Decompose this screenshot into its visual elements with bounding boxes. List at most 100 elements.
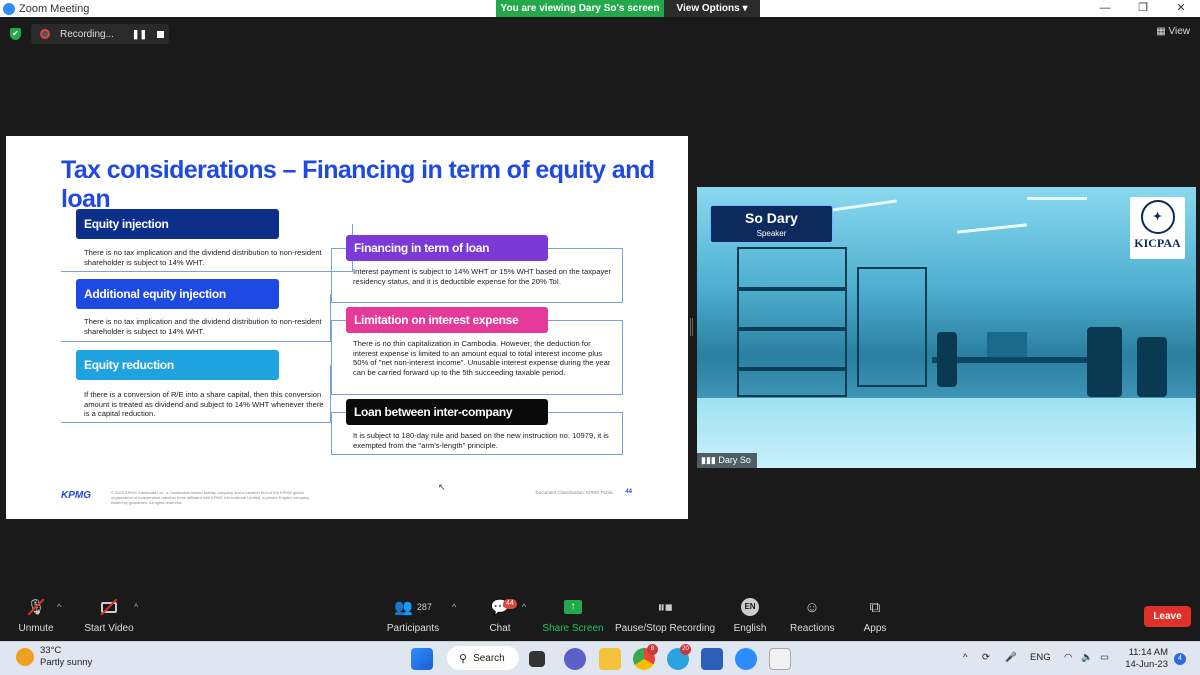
participants-label: Participants	[386, 623, 440, 634]
maximize-button[interactable]: ❐	[1124, 0, 1162, 17]
signal-bars-icon: ▮▮▮	[701, 455, 719, 465]
microphone-tray-icon[interactable]: 🎤	[1005, 652, 1017, 663]
unmute-button[interactable]: 🎙 Unmute	[14, 596, 58, 634]
participants-caret-icon[interactable]: ^	[452, 602, 456, 612]
bookshelf	[857, 267, 927, 387]
view-button[interactable]: ▦ View	[1156, 26, 1190, 37]
zoom-logo-icon	[3, 2, 15, 15]
chat-unread-badge: 44	[503, 599, 517, 609]
equity-reduction-text: If there is a conversion of R/E into a s…	[84, 390, 324, 419]
meeting-controls: 🎙 Unmute ^ Start Video ^ 👥 287 Participa…	[0, 596, 1200, 640]
pause-recording-icon[interactable]: ❚❚	[132, 29, 147, 40]
pause-stop-recording-button[interactable]: ⏸⏹ Pause/Stop Recording	[615, 596, 715, 635]
slide-legal-footer: © 2023 KPMG Cambodia Ltd., a Cambodian l…	[111, 490, 310, 505]
minimize-button[interactable]: —	[1086, 0, 1124, 17]
video-options-caret-icon[interactable]: ^	[134, 602, 138, 612]
interest-limitation-text: There is no thin capitalization in Cambo…	[353, 339, 611, 377]
start-video-label: Start Video	[84, 623, 134, 634]
file-explorer-icon[interactable]	[599, 648, 621, 670]
ceiling-light	[1027, 197, 1087, 200]
start-video-button[interactable]: Start Video	[82, 596, 136, 634]
stop-recording-icon[interactable]	[157, 30, 165, 38]
view-layout-icon: ▦	[1156, 26, 1166, 37]
additional-equity-text: There is no tax implication and the divi…	[84, 317, 322, 336]
clock-date: 14-Jun-23	[1125, 659, 1168, 670]
reactions-button[interactable]: ☺ Reactions	[790, 596, 834, 635]
loan-financing-heading: Financing in term of loan	[346, 235, 548, 261]
office-desk	[932, 357, 1102, 363]
snipping-tool-icon[interactable]	[769, 648, 791, 670]
speaker-name-tag: So Dary Speaker	[710, 205, 833, 243]
apps-label: Apps	[863, 623, 887, 634]
telegram-badge: 20	[680, 644, 691, 655]
shelf-line	[737, 327, 847, 331]
unmute-label: Unmute	[18, 623, 54, 634]
sync-icon[interactable]: ⟳	[982, 652, 990, 663]
equity-injection-text: There is no tax implication and the divi…	[84, 248, 322, 267]
clock-time: 11:14 AM	[1128, 647, 1168, 658]
split-handle[interactable]	[690, 318, 693, 336]
participant-name-label: ▮▮▮ Dary So	[697, 453, 757, 468]
office-chair	[1087, 327, 1122, 397]
leave-button[interactable]: Leave	[1144, 606, 1191, 627]
reactions-icon: ☺	[804, 598, 820, 616]
speaker-video[interactable]: So Dary Speaker ✦ KICPAA ▮▮▮ Dary So	[697, 187, 1196, 468]
additional-equity-heading: Additional equity injection	[76, 279, 279, 309]
participants-button[interactable]: 👥 287 Participants	[386, 596, 440, 634]
pause-stop-recording-icon: ⏸⏹	[657, 598, 673, 616]
speaker-role: Speaker	[756, 229, 787, 238]
zoom-taskbar-icon[interactable]	[735, 648, 757, 670]
kicpaa-name: KICPAA	[1134, 236, 1181, 250]
teams-chat-icon[interactable]	[564, 648, 586, 670]
interest-limitation-heading: Limitation on interest expense	[346, 307, 548, 333]
close-button[interactable]: ✕	[1162, 0, 1200, 17]
recording-indicator: Recording... ❚❚	[31, 24, 169, 44]
volume-icon[interactable]: 🔈	[1081, 652, 1093, 663]
apps-button[interactable]: ⧉ Apps	[860, 596, 890, 635]
shelf-line	[737, 367, 847, 371]
notification-badge[interactable]: 4	[1174, 653, 1186, 665]
taskbar-search-label: Search	[473, 652, 505, 664]
chat-caret-icon[interactable]: ^	[522, 602, 526, 612]
language-code: EN	[741, 598, 759, 616]
word-icon[interactable]	[701, 648, 723, 670]
recording-label: Recording...	[60, 28, 114, 40]
viewing-banner: You are viewing Dary So's screen View Op…	[496, 0, 760, 17]
taskbar-search[interactable]: ⚲ Search	[447, 646, 519, 670]
share-screen-button[interactable]: ↑ Share Screen	[542, 596, 604, 634]
speaker-name: So Dary	[745, 210, 798, 226]
office-chair	[1137, 337, 1167, 397]
weather-widget[interactable]: 33°C Partly sunny	[16, 645, 92, 669]
window-title: Zoom Meeting	[19, 2, 90, 15]
equity-injection-heading: Equity injection	[76, 209, 279, 239]
battery-icon[interactable]: ▭	[1100, 652, 1109, 663]
office-chair	[937, 332, 957, 387]
task-view-icon[interactable]	[529, 651, 545, 667]
window-controls: — ❐ ✕	[1086, 0, 1200, 17]
kicpaa-seal-icon: ✦	[1140, 200, 1175, 234]
input-language[interactable]: ENG	[1030, 652, 1051, 663]
mouse-cursor-icon: ↖	[438, 482, 446, 492]
inter-company-loan-text: It is subject to 180-day rule and based …	[353, 431, 609, 450]
wifi-icon[interactable]: ◠	[1064, 652, 1072, 663]
audio-options-caret-icon[interactable]: ^	[57, 602, 61, 612]
language-button[interactable]: EN English	[730, 596, 770, 634]
system-clock[interactable]: 11:14 AM 14-Jun-23	[1125, 647, 1168, 671]
viewing-screen-text: You are viewing Dary So's screen	[496, 0, 664, 17]
language-icon: EN	[730, 596, 770, 618]
chat-label: Chat	[489, 623, 511, 634]
recording-dot-icon	[40, 29, 50, 39]
view-options-button[interactable]: View Options ▾	[664, 0, 760, 17]
muted-microphone-icon: 🎙	[14, 596, 58, 618]
monitor	[987, 332, 1027, 357]
windows-start-icon[interactable]	[411, 648, 433, 670]
slide-page-number: 44	[625, 489, 632, 495]
apps-icon: ⧉	[869, 598, 881, 616]
show-hidden-icons-icon[interactable]: ^	[963, 652, 967, 663]
encryption-shield-icon[interactable]: ✔	[10, 28, 21, 40]
shared-screen-slide: Tax considerations – Financing in term o…	[6, 136, 688, 519]
video-off-icon	[82, 596, 136, 618]
weather-temperature: 33°C	[40, 645, 62, 656]
participants-count: 287	[416, 602, 432, 612]
participants-icon: 👥 287	[394, 599, 432, 616]
